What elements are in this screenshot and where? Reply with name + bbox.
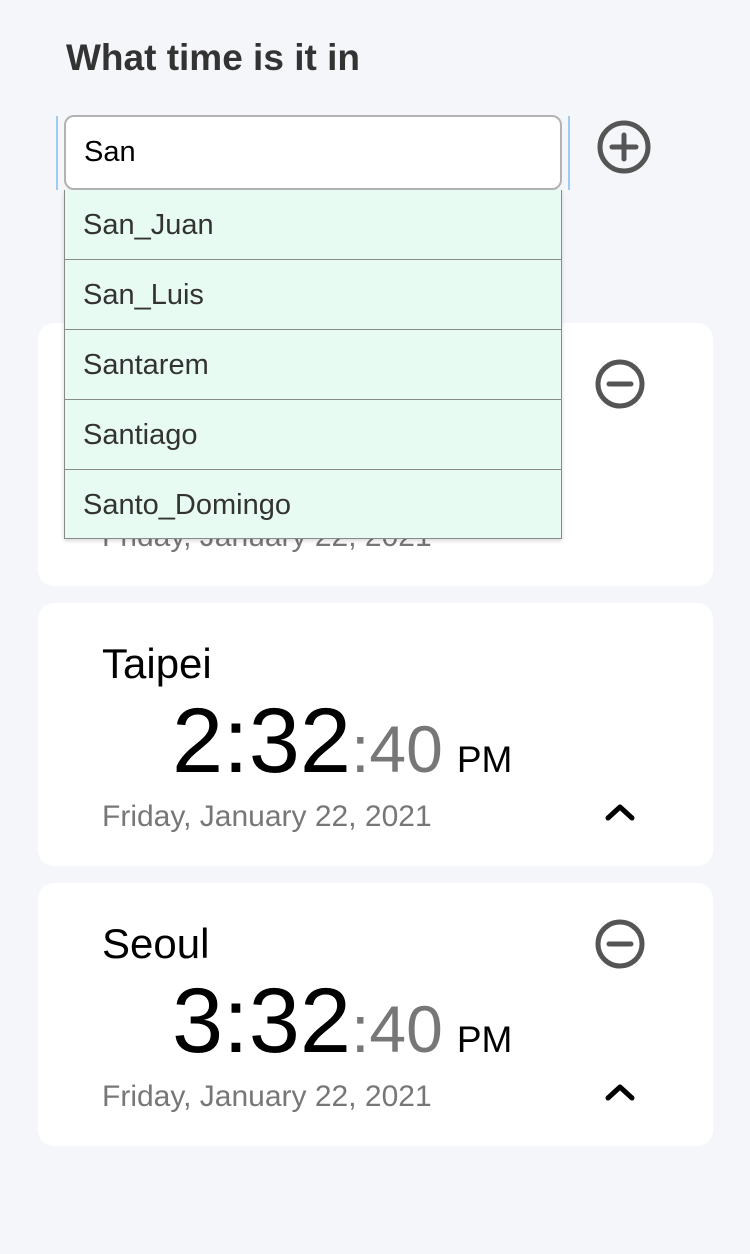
remove-city-button[interactable]: [594, 358, 646, 410]
time-seconds: :40: [351, 712, 443, 786]
minus-circle-icon: [595, 359, 645, 409]
suggestion-item[interactable]: San_Luis: [65, 260, 561, 330]
chevron-up-icon[interactable]: [604, 1079, 636, 1103]
time-seconds: :40: [351, 992, 443, 1066]
city-name: Seoul: [102, 920, 210, 967]
suggestion-item[interactable]: Santo_Domingo: [65, 470, 561, 538]
suggestion-item[interactable]: San_Juan: [65, 190, 561, 260]
city-card: Seoul 3:32:40 PM Friday, January 22, 2021: [38, 883, 713, 1146]
suggestion-item[interactable]: Santiago: [65, 400, 561, 470]
chevron-up-icon[interactable]: [604, 799, 636, 823]
time-ampm: PM: [456, 739, 513, 780]
minus-circle-icon: [595, 919, 645, 969]
time-hours-minutes: 2:32: [172, 690, 352, 792]
add-city-button[interactable]: [596, 119, 652, 175]
card-date: Friday, January 22, 2021: [102, 1080, 432, 1113]
plus-circle-icon: [597, 120, 651, 174]
time-hours-minutes: 3:32: [172, 970, 352, 1072]
time-ampm: PM: [456, 1019, 513, 1060]
card-date: Friday, January 22, 2021: [102, 800, 432, 833]
search-input[interactable]: [64, 115, 562, 190]
page-title: What time is it in: [66, 37, 360, 78]
city-name: Taipei: [102, 640, 212, 687]
suggestion-item[interactable]: Santarem: [65, 330, 561, 400]
city-card: Taipei 2:32:40 PM Friday, January 22, 202…: [38, 603, 713, 866]
suggestion-dropdown: San_Juan San_Luis Santarem Santiago Sant…: [64, 190, 562, 539]
remove-city-button[interactable]: [594, 918, 646, 970]
